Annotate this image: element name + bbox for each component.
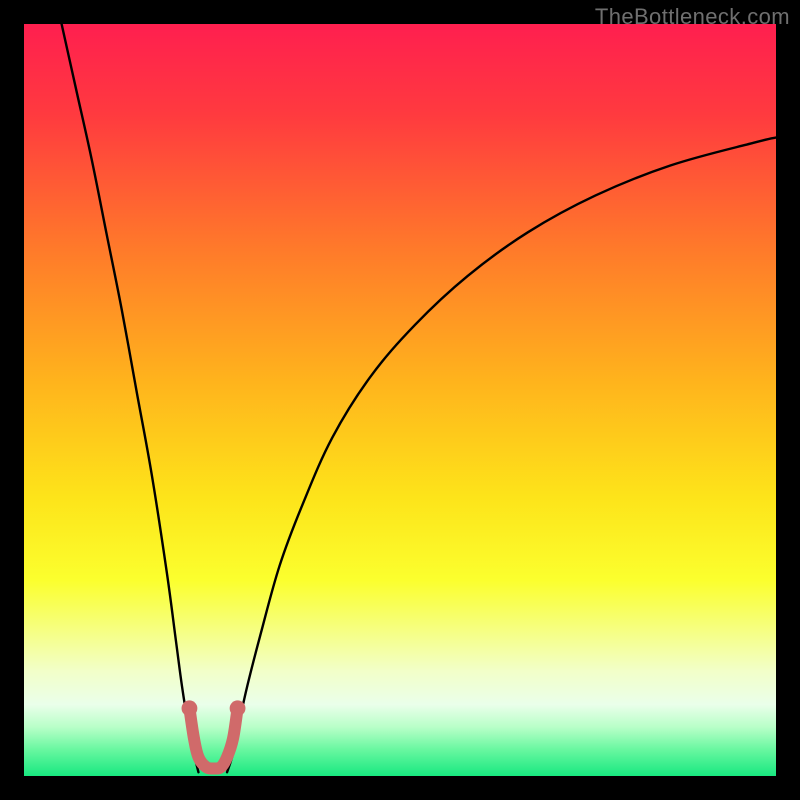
curve-layer — [24, 24, 776, 776]
valley-marker-dot — [182, 700, 198, 716]
valley-marker-curve — [189, 708, 237, 768]
valley-marker-dot — [230, 700, 246, 716]
watermark-text: TheBottleneck.com — [595, 4, 790, 30]
valley-marker-dots — [182, 700, 246, 716]
left-branch-curve — [62, 24, 199, 772]
right-branch-curve — [227, 138, 776, 773]
plot-area — [24, 24, 776, 776]
chart-container: TheBottleneck.com — [0, 0, 800, 800]
